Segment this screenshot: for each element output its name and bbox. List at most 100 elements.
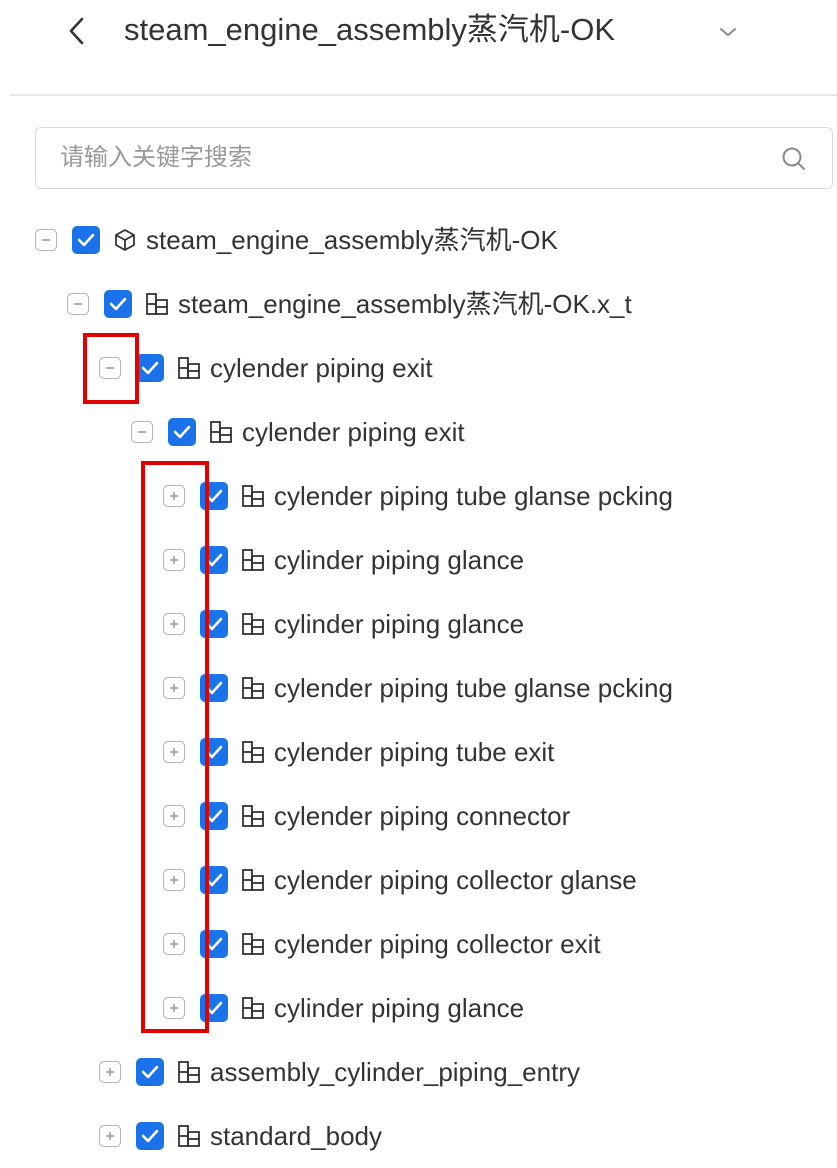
collapse-toggle[interactable] [35,229,57,251]
tree-node[interactable]: cylender piping collector exit [163,912,601,976]
check-icon [205,745,223,759]
plus-icon [104,1130,116,1142]
plus-icon [168,810,180,822]
check-icon [205,1001,223,1015]
tree-node-label: cylender piping collector exit [274,929,601,959]
minus-icon [136,426,148,438]
back-button[interactable] [60,14,94,48]
node-checkbox[interactable] [136,354,164,382]
tree-node-label: cylender piping collector glanse [274,865,637,895]
expand-toggle[interactable] [163,677,185,699]
collapse-toggle[interactable] [67,293,89,315]
minus-icon [40,234,52,246]
node-checkbox[interactable] [200,994,228,1022]
tree-node[interactable]: assembly_cylinder_piping_entry [99,1040,580,1104]
node-checkbox[interactable] [72,226,100,254]
expand-toggle[interactable] [163,933,185,955]
plus-icon [168,554,180,566]
tree-node-label: assembly_cylinder_piping_entry [210,1057,580,1087]
collapse-toggle[interactable] [131,421,153,443]
assembly-icon [240,611,266,637]
check-icon [141,361,159,375]
plus-icon [168,746,180,758]
check-icon [205,489,223,503]
check-icon [141,1129,159,1143]
tree-node-label: cylender piping tube glanse pcking [274,673,673,703]
check-icon [205,809,223,823]
tree-node[interactable]: standard_body [99,1104,382,1168]
node-checkbox[interactable] [200,674,228,702]
expand-toggle[interactable] [99,1125,121,1147]
tree-node-label: steam_engine_assembly蒸汽机-OK [146,225,558,255]
tree-node[interactable]: steam_engine_assembly蒸汽机-OK [35,208,558,272]
tree-node-label: cylinder piping glance [274,545,525,575]
collapse-toggle[interactable] [99,357,121,379]
plus-icon [104,1066,116,1078]
tree-node[interactable]: cylinder piping glance [163,528,524,592]
header: steam_engine_assembly蒸汽机-OK [0,0,837,64]
check-icon [109,297,127,311]
expand-toggle[interactable] [163,741,185,763]
tree-node-label: cylender piping tube glanse pcking [274,481,673,511]
expand-toggle[interactable] [163,485,185,507]
tree-node[interactable]: cylinder piping glance [163,976,524,1040]
expand-toggle[interactable] [163,805,185,827]
plus-icon [168,682,180,694]
assembly-icon [176,1123,202,1149]
tree-node[interactable]: cylender piping exit [131,400,465,464]
tree-node-label: standard_body [210,1121,383,1151]
assembly-icon [240,931,266,957]
node-checkbox[interactable] [136,1122,164,1150]
node-checkbox[interactable] [200,610,228,638]
assembly-icon [240,867,266,893]
node-checkbox[interactable] [200,930,228,958]
search-box[interactable] [35,127,833,189]
tree-node[interactable]: steam_engine_assembly蒸汽机-OK.x_t [67,272,632,336]
search-icon[interactable] [780,145,808,173]
minus-icon [72,298,84,310]
tree-node[interactable]: cylinder piping glance [163,592,524,656]
plus-icon [168,938,180,950]
chevron-left-icon [69,17,84,45]
assembly-icon [144,291,170,317]
assembly-icon [208,419,234,445]
minus-icon [104,362,116,374]
cube-icon [112,227,138,253]
expand-toggle[interactable] [163,869,185,891]
plus-icon [168,490,180,502]
check-icon [205,937,223,951]
node-checkbox[interactable] [200,866,228,894]
node-checkbox[interactable] [200,546,228,574]
expand-toggle[interactable] [163,613,185,635]
tree-node-label: cylinder piping glance [274,609,525,639]
assembly-icon [240,483,266,509]
tree-node[interactable]: cylender piping tube glanse pcking [163,656,673,720]
title-dropdown-button[interactable] [716,20,740,44]
tree-node[interactable]: cylender piping collector glanse [163,848,637,912]
tree-node-label: cylender piping connector [274,801,571,831]
tree-node-label: steam_engine_assembly蒸汽机-OK.x_t [178,289,632,319]
assembly-icon [240,739,266,765]
plus-icon [168,874,180,886]
node-checkbox[interactable] [136,1058,164,1086]
search-input[interactable] [60,128,760,187]
assembly-icon [240,547,266,573]
tree-node[interactable]: cylender piping tube glanse pcking [163,464,673,528]
expand-toggle[interactable] [163,549,185,571]
node-checkbox[interactable] [200,738,228,766]
assembly-icon [240,803,266,829]
tree-node[interactable]: cylender piping exit [99,336,433,400]
tree-node-label: cylender piping exit [242,417,465,447]
node-checkbox[interactable] [168,418,196,446]
check-icon [205,617,223,631]
expand-toggle[interactable] [99,1061,121,1083]
node-checkbox[interactable] [104,290,132,318]
node-checkbox[interactable] [200,482,228,510]
check-icon [205,553,223,567]
tree-node[interactable]: cylender piping connector [163,784,570,848]
assembly-icon [240,675,266,701]
tree-node[interactable]: cylender piping tube exit [163,720,554,784]
node-checkbox[interactable] [200,802,228,830]
expand-toggle[interactable] [163,997,185,1019]
tree-node-label: cylender piping tube exit [274,737,555,767]
